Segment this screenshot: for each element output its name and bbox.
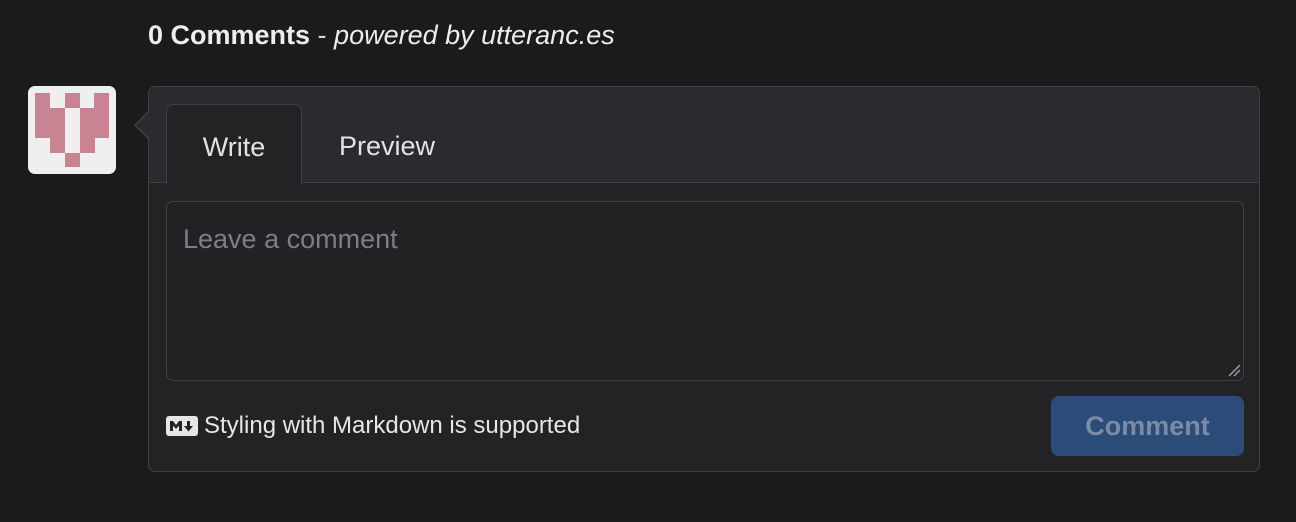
header-separator: - [310, 20, 335, 50]
identicon-avatar-icon [35, 93, 109, 167]
tab-write[interactable]: Write [166, 104, 302, 184]
tab-bar: Write Preview [149, 87, 1259, 184]
bubble-pointer-fill [136, 112, 149, 138]
comment-count: 0 Comments [148, 20, 311, 50]
resize-handle-icon[interactable] [1227, 363, 1241, 377]
powered-by-label[interactable]: powered by utteranc.es [334, 20, 615, 50]
markdown-icon [166, 416, 198, 436]
avatar[interactable] [28, 86, 116, 174]
comment-button[interactable]: Comment [1051, 396, 1244, 456]
comment-textarea[interactable] [166, 201, 1244, 381]
comments-header: 0 Comments - powered by utteranc.es [148, 18, 615, 52]
tab-preview[interactable]: Preview [319, 104, 455, 184]
markdown-note[interactable]: Styling with Markdown is supported [166, 409, 580, 443]
markdown-note-label: Styling with Markdown is supported [204, 412, 581, 439]
comment-form: Write Preview Styling with Markdown is s… [134, 86, 1260, 472]
